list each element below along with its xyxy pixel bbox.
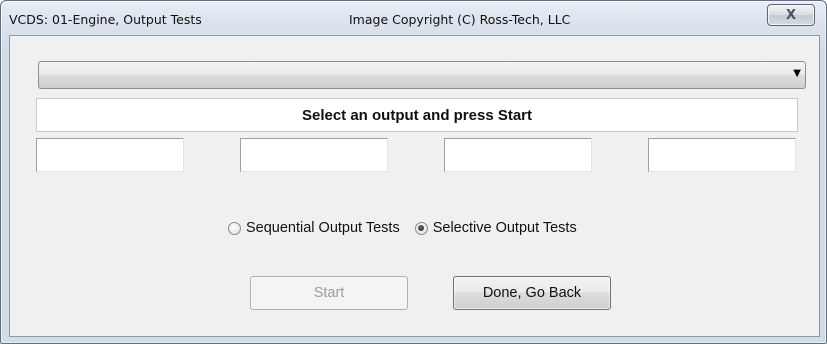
close-button[interactable]: X (767, 4, 815, 26)
output-field-3 (444, 138, 592, 172)
output-field-4 (648, 138, 796, 172)
sequential-option[interactable]: Sequential Output Tests (228, 220, 400, 236)
title-bar[interactable]: VCDS: 01-Engine, Output Tests Image Copy… (1, 1, 826, 35)
client-area: ▼ Select an output and press Start Seque… (9, 35, 820, 337)
sequential-radio[interactable] (228, 221, 241, 235)
selective-radio[interactable] (414, 221, 428, 235)
selective-option[interactable]: Selective Output Tests (414, 220, 577, 236)
start-button[interactable]: Start (250, 276, 408, 310)
window-title: VCDS: 01-Engine, Output Tests (9, 12, 202, 27)
test-mode-group: Sequential Output Tests Selective Output… (228, 220, 577, 236)
status-message: Select an output and press Start (36, 98, 798, 132)
chevron-down-icon: ▼ (793, 68, 801, 79)
sequential-label[interactable]: Sequential Output Tests (246, 220, 400, 236)
close-icon: X (785, 7, 797, 23)
selective-label[interactable]: Selective Output Tests (433, 220, 577, 236)
output-field-2 (240, 138, 388, 172)
done-go-back-button[interactable]: Done, Go Back (453, 276, 611, 310)
output-tests-window: VCDS: 01-Engine, Output Tests Image Copy… (0, 0, 827, 344)
output-field-1 (36, 138, 184, 172)
copyright-text: Image Copyright (C) Ross-Tech, LLC (349, 12, 571, 27)
output-select-dropdown[interactable]: ▼ (38, 61, 806, 89)
